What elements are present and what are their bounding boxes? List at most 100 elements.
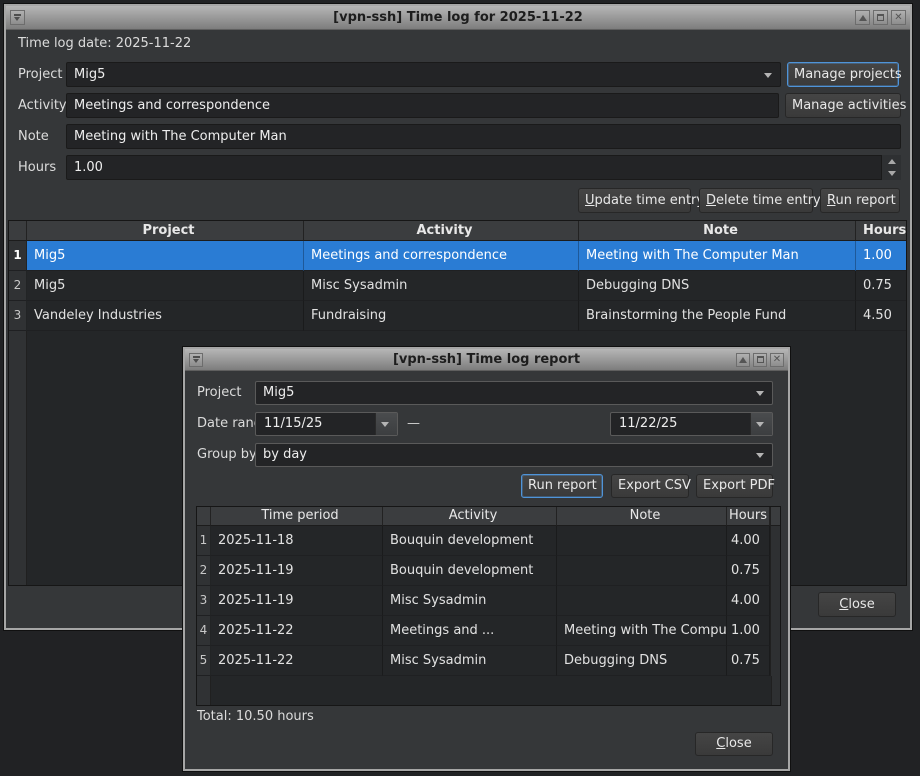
col-header-note[interactable]: Note	[579, 221, 856, 241]
cell-period[interactable]: 2025-11-19	[211, 556, 383, 586]
hours-spin-buttons[interactable]	[881, 155, 901, 180]
row-number[interactable]: 3	[197, 586, 211, 616]
scrollbar-track[interactable]	[771, 676, 780, 705]
row-number[interactable]: 1	[197, 526, 211, 556]
manage-activities-button[interactable]: Manage activities	[785, 93, 901, 118]
cell-project[interactable]: Vandeley Industries	[27, 301, 304, 331]
scrollbar-track[interactable]	[770, 586, 780, 616]
cell-activity[interactable]: Misc Sysadmin	[304, 271, 579, 301]
export-csv-button[interactable]: Export CSV	[611, 474, 689, 498]
chevron-down-icon	[756, 391, 764, 396]
cell-hours[interactable]: 0.75	[727, 556, 770, 586]
cell-period[interactable]: 2025-11-22	[211, 646, 383, 676]
chevron-down-icon	[756, 453, 764, 458]
scrollbar-track[interactable]	[770, 616, 780, 646]
cell-note[interactable]	[557, 526, 727, 556]
activity-input[interactable]	[66, 93, 779, 118]
table-row[interactable]: 2 Mig5 Misc Sysadmin Debugging DNS 0.75	[9, 271, 906, 301]
cell-hours[interactable]: 1.00	[727, 616, 770, 646]
table-row[interactable]: 1 Mig5 Meetings and correspondence Meeti…	[9, 241, 906, 271]
row-number[interactable]: 3	[9, 301, 27, 331]
cell-hours[interactable]: 0.75	[856, 271, 906, 301]
date-start-combo[interactable]: 11/15/25	[255, 412, 398, 436]
hours-spinbox[interactable]	[66, 155, 901, 180]
cell-activity[interactable]: Fundraising	[304, 301, 579, 331]
cell-activity[interactable]: Misc Sysadmin	[383, 646, 557, 676]
cell-period[interactable]: 2025-11-22	[211, 616, 383, 646]
main-titlebar[interactable]: [vpn-ssh] Time log for 2025-11-22 ✕	[6, 6, 910, 30]
row-number[interactable]: 4	[197, 616, 211, 646]
col-header-hours[interactable]: Hours	[856, 221, 906, 241]
main-close-button[interactable]: Close	[818, 592, 896, 617]
dialog-run-report-button[interactable]: Run report	[521, 474, 603, 498]
cell-hours[interactable]: 0.75	[727, 646, 770, 676]
date-end-drop-button[interactable]	[750, 413, 772, 435]
cell-activity[interactable]: Meetings and correspondence	[304, 241, 579, 271]
window-menu-button[interactable]	[10, 10, 25, 25]
table-row[interactable]: 1 2025-11-18 Bouquin development 4.00	[197, 526, 780, 556]
group-by-combo[interactable]: by day	[255, 443, 773, 467]
report-project-combo[interactable]: Mig5	[255, 381, 773, 405]
col-header-hours[interactable]: Hours	[727, 507, 770, 526]
row-number[interactable]: 5	[197, 646, 211, 676]
table-row[interactable]: 5 2025-11-22 Misc Sysadmin Debugging DNS…	[197, 646, 780, 676]
note-input[interactable]	[66, 124, 901, 149]
scrollbar-track[interactable]	[770, 556, 780, 586]
row-number[interactable]: 1	[9, 241, 27, 271]
row-number[interactable]: 2	[9, 271, 27, 301]
dialog-titlebar[interactable]: [vpn-ssh] Time log report ✕	[185, 349, 788, 371]
update-time-entry-button[interactable]: Update time entry	[578, 188, 691, 213]
close-window-button[interactable]: ✕	[891, 10, 906, 25]
cell-note[interactable]	[557, 586, 727, 616]
shade-button[interactable]	[736, 353, 750, 367]
cell-note[interactable]	[557, 556, 727, 586]
cell-period[interactable]: 2025-11-19	[211, 586, 383, 616]
scrollbar-track[interactable]	[770, 526, 780, 556]
shade-button[interactable]	[855, 10, 870, 25]
cell-activity[interactable]: Misc Sysadmin	[383, 586, 557, 616]
project-combo[interactable]: Mig5	[66, 62, 781, 87]
run-report-button[interactable]: Run report	[820, 188, 900, 213]
dialog-close-button[interactable]: Close	[695, 732, 773, 756]
date-end-combo[interactable]: 11/22/25	[610, 412, 773, 436]
cell-hours[interactable]: 4.00	[727, 526, 770, 556]
table-row[interactable]: 3 Vandeley Industries Fundraising Brains…	[9, 301, 906, 331]
delete-time-entry-button[interactable]: Delete time entry	[699, 188, 813, 213]
cell-project[interactable]: Mig5	[27, 241, 304, 271]
cell-hours[interactable]: 1.00	[856, 241, 906, 271]
cell-activity[interactable]: Meetings and ...	[383, 616, 557, 646]
col-header-project[interactable]: Project	[27, 221, 304, 241]
scrollbar-track[interactable]	[770, 646, 780, 676]
spin-up-button[interactable]	[882, 155, 901, 168]
table-row[interactable]: 3 2025-11-19 Misc Sysadmin 4.00	[197, 586, 780, 616]
cell-note[interactable]: Brainstorming the People Fund	[579, 301, 856, 331]
date-start-drop-button[interactable]	[375, 413, 397, 435]
export-pdf-button[interactable]: Export PDF	[696, 474, 773, 498]
cell-note[interactable]: Meeting with The Computer Man	[579, 241, 856, 271]
col-header-period[interactable]: Time period	[211, 507, 383, 526]
col-header-activity[interactable]: Activity	[383, 507, 557, 526]
spin-down-button[interactable]	[882, 168, 901, 181]
cell-activity[interactable]: Bouquin development	[383, 526, 557, 556]
col-header-activity[interactable]: Activity	[304, 221, 579, 241]
cell-note[interactable]: Debugging DNS	[557, 646, 727, 676]
cell-hours[interactable]: 4.00	[727, 586, 770, 616]
maximize-button[interactable]	[873, 10, 888, 25]
cell-project[interactable]: Mig5	[27, 271, 304, 301]
manage-projects-button[interactable]: Manage projects	[787, 62, 899, 87]
close-window-button[interactable]: ✕	[770, 353, 784, 367]
cell-activity[interactable]: Bouquin development	[383, 556, 557, 586]
maximize-button[interactable]	[753, 353, 767, 367]
col-header-note[interactable]: Note	[557, 507, 727, 526]
cell-note[interactable]: Debugging DNS	[579, 271, 856, 301]
table-row[interactable]: 2 2025-11-19 Bouquin development 0.75	[197, 556, 780, 586]
table-row[interactable]: 4 2025-11-22 Meetings and ... Meeting wi…	[197, 616, 780, 646]
scrollbar-track[interactable]	[770, 507, 780, 526]
row-number[interactable]: 2	[197, 556, 211, 586]
cell-note[interactable]: Meeting with The Computer...	[557, 616, 727, 646]
cell-hours[interactable]: 4.50	[856, 301, 906, 331]
window-menu-button[interactable]	[189, 353, 203, 367]
chevron-down-icon	[756, 422, 764, 427]
cell-period[interactable]: 2025-11-18	[211, 526, 383, 556]
hours-input[interactable]	[66, 155, 901, 180]
